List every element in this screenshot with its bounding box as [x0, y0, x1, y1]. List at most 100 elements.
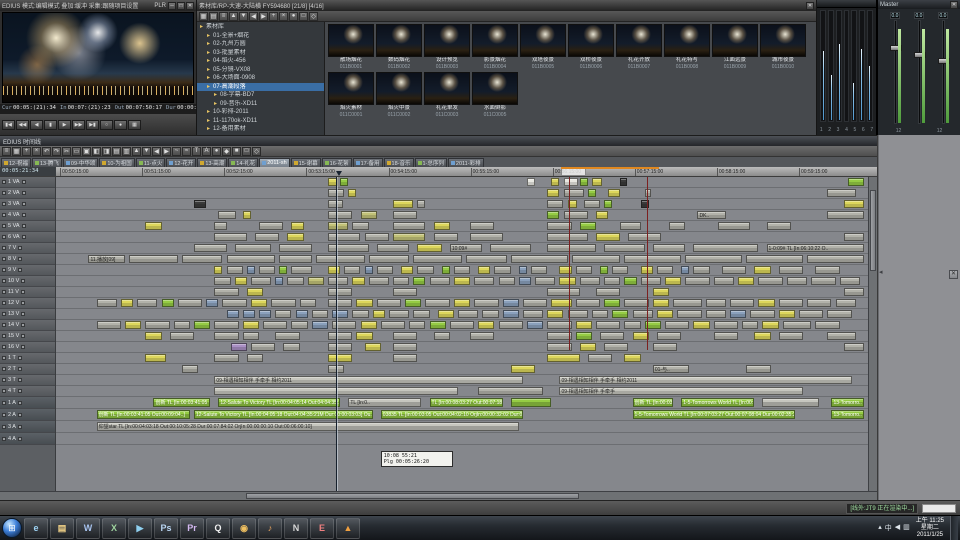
- timeline-clip[interactable]: [214, 277, 230, 285]
- timeline-clip[interactable]: [799, 310, 823, 318]
- bin-tree-item[interactable]: ▸11-1170ok-XD11: [197, 117, 324, 126]
- timeline-clip[interactable]: [523, 299, 547, 307]
- timeline-clip[interactable]: [328, 299, 352, 307]
- timeline-clip[interactable]: [145, 321, 169, 329]
- track-mute-icon[interactable]: [22, 224, 26, 228]
- timeline-clip[interactable]: [564, 211, 588, 219]
- explorer-folder-taskbar-icon[interactable]: ▤: [50, 518, 74, 539]
- timeline-clip[interactable]: [417, 200, 425, 208]
- track-mute-icon[interactable]: [18, 257, 22, 261]
- timeline-clip[interactable]: [844, 343, 864, 351]
- track-header[interactable]: 3 VA: [0, 199, 55, 210]
- timeline-clip[interactable]: 创新 TL [In:00:03:41:05 Out:00:00:04..]: [153, 398, 210, 407]
- timeline-clip[interactable]: [251, 343, 275, 351]
- track-header[interactable]: 3 T: [0, 375, 55, 386]
- bin-tree-item[interactable]: ▸06-大场面-0908: [197, 74, 324, 83]
- folder-up-icon[interactable]: ▲: [229, 12, 238, 21]
- timeline-clip[interactable]: [547, 332, 571, 340]
- track-mute-icon[interactable]: [18, 437, 22, 441]
- bin-tree-item[interactable]: ▸03-批量素材: [197, 49, 324, 58]
- track-header[interactable]: 2 VA: [0, 188, 55, 199]
- track-lock-icon[interactable]: [2, 257, 6, 261]
- track-mute-icon[interactable]: [18, 378, 22, 382]
- video-preview[interactable]: [2, 12, 194, 103]
- timeline-clip[interactable]: [779, 310, 795, 318]
- timeline-clip[interactable]: 1-5-Tomorrows World TL [In:00:07:03:27 O…: [633, 410, 795, 419]
- bin-clip[interactable]: 江面远景011B0009: [712, 24, 758, 70]
- timeline-clip[interactable]: [653, 343, 677, 351]
- track-lock-icon[interactable]: [2, 191, 6, 195]
- timeline-track-lane[interactable]: [56, 177, 868, 188]
- timeline-clip[interactable]: [596, 321, 620, 329]
- track-mute-icon[interactable]: [21, 323, 25, 327]
- timeline-clip[interactable]: [612, 310, 628, 318]
- timeline-clip[interactable]: [377, 266, 393, 274]
- timeline-clip[interactable]: [503, 299, 519, 307]
- timeline-clip[interactable]: [742, 321, 758, 329]
- copy-icon[interactable]: ▭: [72, 147, 81, 156]
- timeline-clip[interactable]: [665, 277, 681, 285]
- timeline-clip[interactable]: [681, 266, 689, 274]
- timeline-clip[interactable]: [393, 343, 417, 351]
- timeline-clip[interactable]: [470, 233, 502, 241]
- timeline-clip[interactable]: [836, 299, 856, 307]
- timeline-clip[interactable]: [580, 277, 600, 285]
- ripple-icon[interactable]: ▤: [112, 147, 121, 156]
- track-header[interactable]: 2 A: [0, 409, 55, 421]
- track-lock-icon[interactable]: [2, 345, 6, 349]
- timeline-track-lane[interactable]: 09-相遇相知相伴 手牵手 相约201109-相遇相知相伴 手牵手 相约2011: [56, 375, 868, 386]
- timeline-clip[interactable]: [243, 211, 251, 219]
- sequence-tab[interactable]: 2011-sh: [259, 158, 289, 167]
- timeline-clip[interactable]: [271, 299, 295, 307]
- timeline-clip[interactable]: [352, 222, 368, 230]
- timeline-clip[interactable]: [596, 211, 608, 219]
- timeline-clip[interactable]: [494, 266, 510, 274]
- timeline-clip[interactable]: [438, 310, 454, 318]
- timeline-clip[interactable]: [779, 332, 803, 340]
- bin-tree-item[interactable]: ▸01-全景+烟花: [197, 32, 324, 41]
- sequence-tab[interactable]: 1-总序列: [415, 158, 447, 167]
- timeline-clip[interactable]: [352, 310, 368, 318]
- timeline-clip[interactable]: [255, 233, 279, 241]
- timeline-track-lane[interactable]: 11.播放[09]: [56, 254, 868, 265]
- track-header[interactable]: 1 T: [0, 353, 55, 364]
- record-icon[interactable]: ●: [212, 147, 221, 156]
- bin-clip[interactable]: 礼花特写011B0008: [664, 24, 710, 70]
- timeline-clip[interactable]: [328, 288, 352, 296]
- timeline-clip[interactable]: [718, 222, 750, 230]
- track-header[interactable]: 4 T: [0, 386, 55, 397]
- view-list-icon[interactable]: ▤: [209, 12, 218, 21]
- timeline-clip[interactable]: [653, 288, 669, 296]
- timeline-clip[interactable]: 仰望star TL [In:00:04:03:18 Out:00:10:05:2…: [97, 422, 519, 431]
- timeline-clip[interactable]: 创新 TL [In:00:03:41:05 Out:00:09:04..]: [97, 410, 190, 419]
- timeline-clip[interactable]: [377, 299, 401, 307]
- timeline-clip[interactable]: [547, 321, 571, 329]
- timeline-clip[interactable]: 09-相遇相知相伴 手牵手 相约2011: [559, 376, 851, 384]
- track-lock-icon[interactable]: [2, 279, 6, 283]
- overwrite-icon[interactable]: ▥: [122, 147, 131, 156]
- bin-clip[interactable]: 水面倒影011C0005: [472, 72, 518, 118]
- track-mute-icon[interactable]: [21, 334, 25, 338]
- timeline-clip[interactable]: [214, 332, 238, 340]
- bin-clip[interactable]: 焰火素材011C0001: [328, 72, 374, 118]
- timeline-clip[interactable]: [227, 310, 239, 318]
- track-header[interactable]: 1 A: [0, 397, 55, 409]
- bin-tree-item[interactable]: ▸07-高潮段落: [197, 83, 324, 92]
- timeline-clip[interactable]: 1-5-Tomorrows World TL [In:00:07:03:27 O…: [681, 398, 754, 407]
- timeline-clip[interactable]: [482, 310, 498, 318]
- track-mute-icon[interactable]: [18, 356, 22, 360]
- master-fader[interactable]: 0.0: [911, 12, 928, 124]
- timeline-clip[interactable]: [365, 266, 373, 274]
- fader-track[interactable]: [918, 20, 921, 124]
- timeline-clip[interactable]: [547, 200, 563, 208]
- timeline-clip[interactable]: [275, 332, 299, 340]
- timeline-track-lane[interactable]: [56, 188, 868, 199]
- horizontal-scrollbar[interactable]: [0, 491, 877, 500]
- track-lock-icon[interactable]: [2, 224, 6, 228]
- timeline-clip[interactable]: [604, 244, 645, 252]
- timeline-clip[interactable]: [600, 332, 624, 340]
- timeline-clip[interactable]: [328, 244, 369, 252]
- goto-end-button[interactable]: ▶▮: [86, 120, 99, 130]
- timeline-track-lane[interactable]: [56, 232, 868, 243]
- track-header[interactable]: 1 VA: [0, 177, 55, 188]
